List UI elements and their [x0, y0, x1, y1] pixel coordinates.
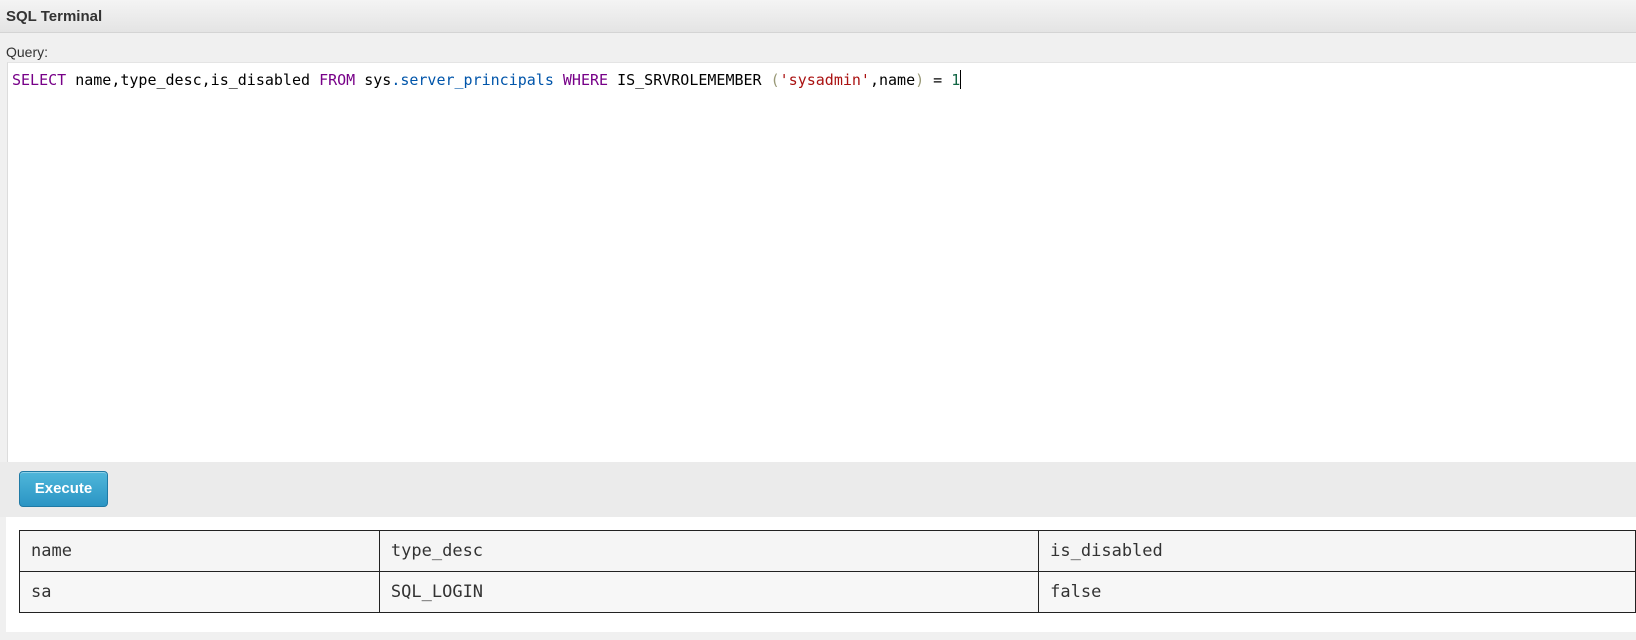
paren-token: (	[770, 71, 780, 89]
column-header-type-desc: type_desc	[378, 530, 1040, 572]
table-cell: false	[1038, 571, 1636, 613]
column-header-is-disabled: is_disabled	[1038, 530, 1636, 572]
sql-editor[interactable]: SELECT name,type_desc,is_disabled FROM s…	[7, 62, 1636, 462]
column-list-token: name,type_desc,is_disabled	[66, 71, 320, 89]
paren-token: )	[915, 71, 925, 89]
operator-token: =	[924, 71, 952, 89]
property-token: .server_principals	[391, 71, 554, 89]
keyword-token: FROM	[319, 71, 356, 89]
query-label: Query:	[6, 44, 49, 60]
title-bar: SQL Terminal	[0, 0, 1636, 33]
button-bar	[0, 462, 1636, 517]
argument-token: ,name	[869, 71, 916, 89]
string-token: 'sysadmin'	[779, 71, 870, 89]
keyword-token: SELECT	[12, 71, 67, 89]
text-cursor	[960, 70, 962, 89]
query-code-line[interactable]: SELECT name,type_desc,is_disabled FROM s…	[12, 70, 962, 89]
table-header-row: name type_desc is_disabled	[19, 530, 1636, 572]
schema-token: sys	[355, 71, 392, 89]
number-token: 1	[951, 71, 961, 89]
table-cell: sa	[19, 571, 380, 613]
column-header-name: name	[19, 530, 380, 572]
table-cell: SQL_LOGIN	[378, 571, 1040, 613]
keyword-token: WHERE	[562, 71, 609, 89]
execute-button[interactable]: Execute	[19, 471, 108, 507]
function-token: IS_SRVROLEMEMBER	[608, 71, 771, 89]
results-table: name type_desc is_disabled sa SQL_LOGIN …	[19, 530, 1636, 613]
window-title: SQL Terminal	[6, 8, 103, 25]
table-row: sa SQL_LOGIN false	[19, 571, 1636, 613]
